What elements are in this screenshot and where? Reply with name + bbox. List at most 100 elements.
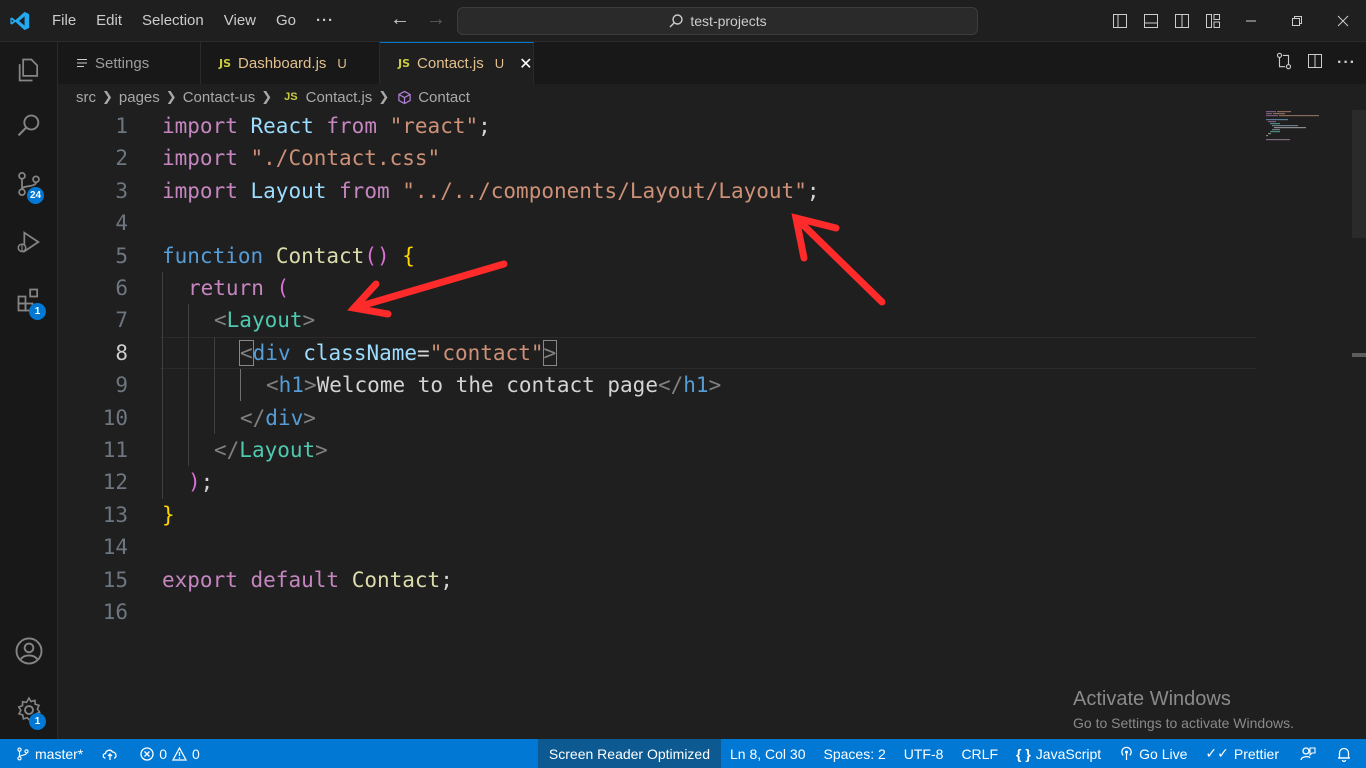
code-line-12: ); <box>188 466 213 498</box>
token: h1 <box>683 373 709 397</box>
split-editor-icon[interactable] <box>1307 53 1323 74</box>
toggle-panel-icon[interactable] <box>1135 13 1166 29</box>
status-bar: master* 0 0 Screen Reader Optimized Ln 8… <box>0 739 1366 768</box>
line-number: 10 <box>102 406 128 430</box>
prettier-status[interactable]: ✓✓ Prettier <box>1196 739 1288 768</box>
breadcrumb-symbol[interactable]: Contact <box>418 89 470 106</box>
code-line-13: } <box>162 499 175 531</box>
code-line-6: return ( <box>188 272 289 304</box>
cloud-upload-icon <box>102 749 117 760</box>
vertical-scrollbar[interactable] <box>1352 110 1366 238</box>
indentation-status[interactable]: Spaces: 2 <box>815 739 895 768</box>
line-number: 11 <box>102 438 128 462</box>
eol-status[interactable]: CRLF <box>952 739 1007 768</box>
cursor-position[interactable]: Ln 8, Col 30 <box>721 739 815 768</box>
explorer-icon[interactable] <box>0 44 58 96</box>
token: Layout <box>226 308 303 332</box>
line-number: 16 <box>102 600 128 624</box>
search-view-icon[interactable] <box>0 100 58 152</box>
token: from <box>339 179 390 203</box>
tab-settings[interactable]: Settings <box>58 42 201 84</box>
close-window-icon[interactable] <box>1320 15 1366 27</box>
problems-status[interactable]: 0 0 <box>128 739 209 768</box>
token: > <box>315 438 328 462</box>
sync-status[interactable] <box>92 739 128 768</box>
manage-gear-icon[interactable]: 1 <box>0 684 58 736</box>
screen-reader-status[interactable]: Screen Reader Optimized <box>537 739 721 768</box>
warning-icon <box>172 746 188 761</box>
token: Contact <box>351 568 441 592</box>
token: ; <box>478 114 491 138</box>
close-icon[interactable]: ✕ <box>519 54 532 74</box>
git-branch-icon <box>17 746 29 761</box>
code-line-1: import React from "react"; <box>162 110 491 142</box>
source-control-icon[interactable]: 24 <box>0 158 58 210</box>
token: Layout <box>250 179 327 203</box>
tab-dashboard-js[interactable]: JS Dashboard.js U <box>201 42 380 84</box>
tab-contact-js[interactable]: JS Contact.js U ✕ <box>380 42 534 84</box>
chevron-right-icon: ❯ <box>165 89 177 104</box>
feedback-icon[interactable] <box>1288 739 1328 768</box>
menu-view[interactable]: View <box>214 0 266 42</box>
menu-more-icon[interactable]: ··· <box>306 0 344 42</box>
minimap[interactable] <box>1266 110 1326 150</box>
command-center-search[interactable]: test-projects <box>457 7 978 35</box>
token: > <box>302 308 316 332</box>
language-mode[interactable]: { } JavaScript <box>1007 739 1110 768</box>
extensions-badge: 1 <box>29 303 46 320</box>
run-debug-icon[interactable] <box>0 216 58 268</box>
token: div <box>265 406 304 430</box>
extensions-icon[interactable]: 1 <box>0 274 58 326</box>
minimize-icon[interactable] <box>1228 15 1274 27</box>
menu-edit[interactable]: Edit <box>86 0 132 42</box>
token: ) <box>188 470 201 494</box>
customize-layout-icon[interactable] <box>1197 13 1228 29</box>
branch-status[interactable]: master* <box>0 739 92 768</box>
toggle-primary-sidebar-icon[interactable] <box>1104 13 1135 29</box>
toggle-secondary-sidebar-icon[interactable] <box>1166 13 1197 29</box>
code-editor[interactable]: 1 2 3 4 5 6 7 8 9 10 11 12 13 14 15 16 i… <box>58 110 1366 739</box>
menu-selection[interactable]: Selection <box>132 0 214 42</box>
line-number: 3 <box>115 179 128 203</box>
js-icon: JS <box>219 56 232 70</box>
menu-file[interactable]: File <box>42 0 86 42</box>
forward-arrow-icon[interactable]: → <box>424 8 448 31</box>
breadcrumb-src[interactable]: src <box>76 89 96 106</box>
back-arrow-icon[interactable]: ← <box>388 8 412 31</box>
tab-label: Settings <box>95 54 150 72</box>
broadcast-icon <box>1121 746 1132 761</box>
editor-tabs: Settings JS Dashboard.js U JS Contact.js… <box>58 42 1366 84</box>
red-arrow-annotation <box>791 213 886 306</box>
token: < <box>266 373 279 397</box>
restore-icon[interactable] <box>1274 15 1320 27</box>
breadcrumb-pages[interactable]: pages <box>119 89 160 106</box>
indent-guide <box>214 337 215 434</box>
open-changes-icon[interactable] <box>1275 52 1293 75</box>
notifications-bell-icon[interactable] <box>1328 739 1366 768</box>
breadcrumb-contact-us[interactable]: Contact-us <box>183 89 256 106</box>
token: from <box>326 114 377 138</box>
prettier-label: Prettier <box>1233 745 1279 762</box>
token: "contact" <box>429 341 544 365</box>
accounts-icon[interactable] <box>0 625 58 677</box>
token: { <box>402 244 415 268</box>
token: </ <box>214 438 240 462</box>
watermark-subtitle: Go to Settings to activate Windows. <box>1073 715 1294 731</box>
js-icon: JS <box>284 91 298 103</box>
search-label: test-projects <box>690 13 767 29</box>
scrollbar-cursor-marker <box>1352 353 1366 357</box>
encoding-status[interactable]: UTF-8 <box>895 739 953 768</box>
more-actions-icon[interactable]: ··· <box>1337 54 1356 72</box>
branch-name: master* <box>35 745 84 762</box>
line-number: 9 <box>115 373 128 397</box>
breadcrumb-file[interactable]: Contact.js <box>306 89 373 106</box>
activity-bar: 24 1 1 <box>0 42 58 739</box>
code-line-8: <div className="contact"> <box>239 337 558 369</box>
menu-go[interactable]: Go <box>266 0 306 42</box>
go-live-button[interactable]: Go Live <box>1110 739 1196 768</box>
